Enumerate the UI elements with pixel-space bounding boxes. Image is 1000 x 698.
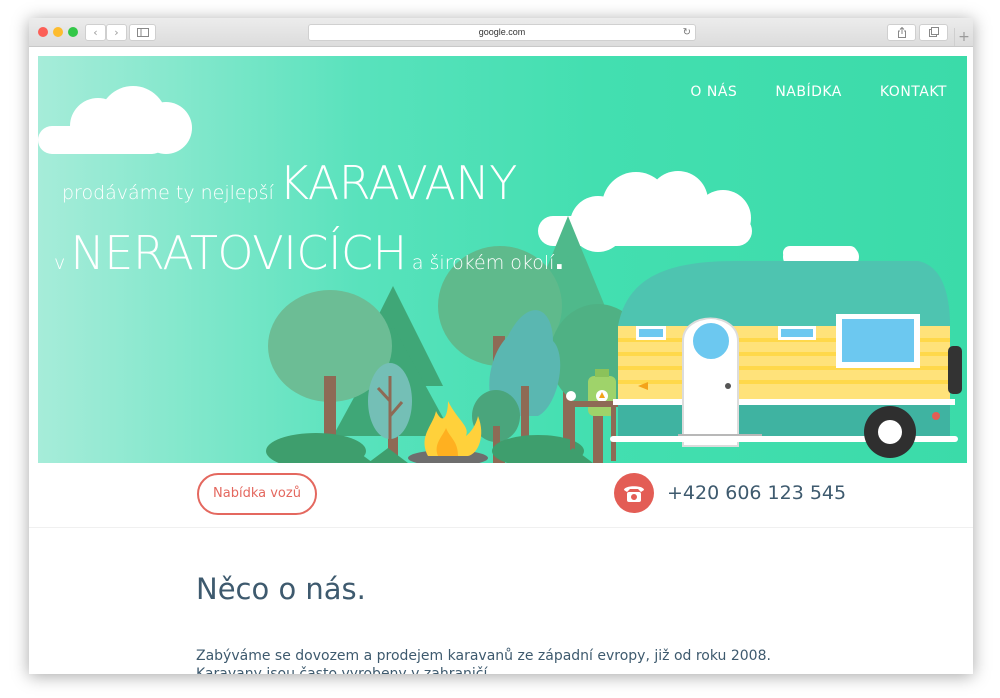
headline-suffix: a širokém okolí <box>411 252 555 274</box>
browser-toolbar: ‹ › google.com ↻ + <box>29 18 973 47</box>
forward-button[interactable]: › <box>106 24 127 41</box>
about-text: Zabýváme se dovozem a prodejem karavanů … <box>196 648 771 674</box>
tabs-overview-button[interactable] <box>919 24 948 41</box>
headline-small-text: prodáváme ty nejlepší <box>62 182 274 204</box>
about-title: Něco o nás. <box>196 572 366 606</box>
share-icon <box>897 26 906 38</box>
maximize-window-button[interactable] <box>68 27 78 37</box>
headline-line-1: prodáváme ty nejlepší KARAVANY <box>62 156 517 210</box>
hero-banner: O NÁS NABÍDKA KONTAKT prodáváme ty nejle… <box>38 56 967 463</box>
headline-dot: . <box>554 246 565 276</box>
reload-icon[interactable]: ↻ <box>683 25 691 40</box>
tabs-icon <box>928 27 939 37</box>
headline-karavany: KARAVANY <box>278 156 517 210</box>
nav-item-kontakt[interactable]: KONTAKT <box>880 84 947 100</box>
nav-item-nabidka[interactable]: NABÍDKA <box>775 84 842 100</box>
close-window-button[interactable] <box>38 27 48 37</box>
cloud-left <box>38 86 192 154</box>
share-button[interactable] <box>887 24 916 41</box>
caravan-illustration <box>610 246 962 458</box>
phone-badge[interactable] <box>614 473 654 513</box>
url-text: google.com <box>478 27 526 37</box>
minimize-window-button[interactable] <box>53 27 63 37</box>
offer-button[interactable]: Nabídka vozů <box>197 473 317 515</box>
plus-icon: + <box>958 29 970 45</box>
phone-number[interactable]: +420 606 123 545 <box>667 482 846 504</box>
sidebar-icon <box>136 28 149 37</box>
headline-prefix: v <box>54 252 66 274</box>
headline-neratovicich: NERATOVICÍCH <box>70 226 407 280</box>
address-bar[interactable]: google.com ↻ <box>308 24 696 41</box>
telephone-icon <box>624 486 644 502</box>
main-navigation: O NÁS NABÍDKA KONTAKT <box>690 84 947 100</box>
back-button[interactable]: ‹ <box>85 24 106 41</box>
chevron-right-icon: › <box>114 26 119 39</box>
new-tab-button[interactable]: + <box>954 28 973 46</box>
contact-band: Nabídka vozů +420 606 123 545 <box>29 463 973 528</box>
nav-item-o-nas[interactable]: O NÁS <box>690 84 737 100</box>
headline-line-2: v NERATOVICÍCH a širokém okolí. <box>54 226 564 280</box>
chevron-left-icon: ‹ <box>93 26 98 39</box>
browser-window: ‹ › google.com ↻ + O NÁS NABÍDKA KONTAKT… <box>29 18 973 674</box>
sidebar-toggle-button[interactable] <box>129 24 156 41</box>
